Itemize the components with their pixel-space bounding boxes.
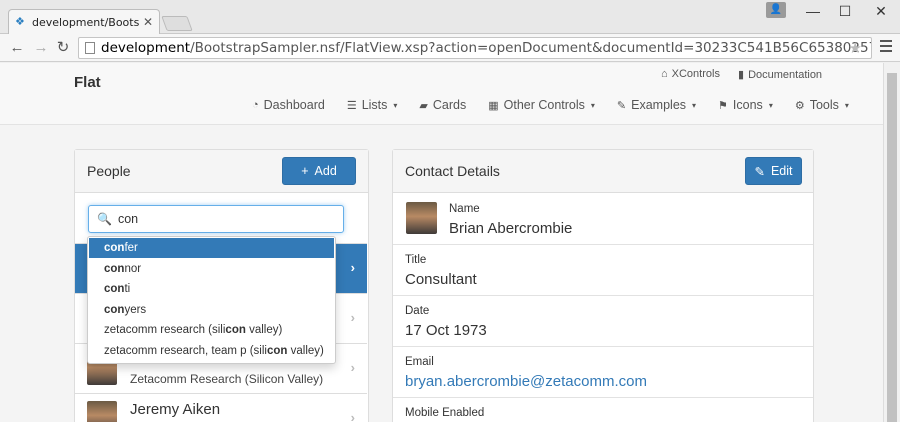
divider bbox=[393, 397, 813, 398]
browser-tab-title: development/BootstrapSa bbox=[32, 15, 139, 29]
edit-button[interactable]: ✎ Edit bbox=[745, 157, 802, 185]
brand-title[interactable]: Flat bbox=[74, 74, 101, 91]
nav-tools[interactable]: ⚙ Tools ▾ bbox=[795, 98, 849, 112]
profile-icon[interactable]: 👤 bbox=[766, 2, 786, 18]
reload-icon[interactable]: ↻ bbox=[54, 39, 72, 57]
url-text: development/BootstrapSampler.nsf/FlatVie… bbox=[101, 40, 871, 56]
chevron-right-icon: › bbox=[350, 310, 355, 325]
plus-icon: + bbox=[301, 164, 309, 178]
contact-title: Contact Details bbox=[405, 163, 500, 179]
cog-icon: ⚙ bbox=[794, 99, 805, 112]
suggestion-item[interactable]: zetacomm research, team p (silicon valle… bbox=[89, 341, 334, 361]
pencil-icon: ✎ bbox=[754, 164, 765, 179]
favicon-icon: ❖ bbox=[15, 16, 25, 28]
contact-email-link[interactable]: bryan.abercrombie@zetacomm.com bbox=[405, 373, 647, 390]
flag-icon: ⚑ bbox=[718, 99, 728, 112]
back-icon[interactable]: ← bbox=[8, 39, 26, 57]
suggestion-item[interactable]: zetacomm research (silicon valley) bbox=[89, 320, 334, 340]
people-search-input[interactable]: 🔍 con bbox=[88, 205, 344, 233]
page-icon bbox=[85, 42, 95, 54]
browser-toolbar: ← → ↻ development/BootstrapSampler.nsf/F… bbox=[0, 34, 900, 62]
nav-cards[interactable]: ▰ Cards bbox=[419, 98, 466, 112]
grid-icon: ▦ bbox=[488, 99, 499, 112]
chevron-right-icon: › bbox=[350, 260, 355, 275]
nav-examples[interactable]: ✎ Examples ▾ bbox=[617, 98, 696, 112]
nav-lists[interactable]: ☰ Lists ▾ bbox=[347, 98, 398, 112]
list-icon: ☰ bbox=[346, 99, 357, 112]
address-bar[interactable]: development/BootstrapSampler.nsf/FlatVie… bbox=[78, 37, 872, 59]
scrollbar-thumb[interactable] bbox=[887, 73, 897, 422]
person-company: Zetacomm Research (Silicon Valley) bbox=[130, 372, 324, 386]
page-content: Flat ⌂ XControls ▮ Documentation ◔ Dashboar… bbox=[0, 63, 883, 422]
edit-icon: ✎ bbox=[616, 99, 627, 112]
person-name: Jeremy Aiken bbox=[130, 401, 221, 418]
search-icon: 🔍 bbox=[97, 212, 112, 226]
home-icon: ⌂ bbox=[661, 68, 668, 80]
forward-icon[interactable]: → bbox=[32, 39, 50, 57]
chevron-right-icon: › bbox=[350, 360, 355, 375]
divider bbox=[393, 244, 813, 245]
suggestion-item[interactable]: conti bbox=[89, 279, 334, 299]
nav-dashboard[interactable]: ◔ Dashboard bbox=[252, 98, 325, 112]
documentation-link[interactable]: ▮ Documentation bbox=[738, 68, 822, 82]
person-row[interactable]: Jeremy Aiken › bbox=[75, 393, 367, 422]
avatar bbox=[87, 401, 117, 422]
minimize-icon[interactable]: — bbox=[798, 2, 828, 20]
nav-icons[interactable]: ⚑ Icons ▾ bbox=[718, 98, 773, 112]
title-label: Title bbox=[405, 254, 427, 266]
xcontrols-link[interactable]: ⌂ XControls bbox=[661, 68, 720, 80]
close-window-icon[interactable]: ✕ bbox=[866, 2, 896, 20]
people-title: People bbox=[87, 163, 131, 179]
divider bbox=[393, 295, 813, 296]
name-label: Name bbox=[449, 203, 480, 215]
browser-menu-icon[interactable] bbox=[880, 40, 892, 55]
chevron-right-icon: › bbox=[350, 410, 355, 422]
contact-date: 17 Oct 1973 bbox=[405, 322, 487, 339]
dashboard-icon: ◔ bbox=[252, 99, 259, 111]
search-suggestions: confer connor conti conyers zetacomm res… bbox=[87, 236, 336, 364]
browser-tab[interactable]: ❖ development/BootstrapSa ✕ bbox=[8, 9, 160, 34]
contact-avatar bbox=[406, 202, 437, 234]
email-label: Email bbox=[405, 356, 434, 368]
page-scrollbar[interactable] bbox=[883, 63, 900, 422]
suggestion-item[interactable]: connor bbox=[89, 259, 334, 279]
site-navbar: Flat ⌂ XControls ▮ Documentation ◔ Dashboar… bbox=[0, 63, 883, 125]
browser-tabstrip: ❖ development/BootstrapSa ✕ 👤 — ☐ ✕ bbox=[0, 0, 900, 34]
divider bbox=[393, 346, 813, 347]
mobile-enabled-label: Mobile Enabled bbox=[405, 407, 485, 419]
maximize-icon[interactable]: ☐ bbox=[830, 2, 860, 20]
contact-name: Brian Abercrombie bbox=[449, 220, 573, 237]
main-nav: ◔ Dashboard ☰ Lists ▾ ▰ Cards ▦ Other Control… bbox=[252, 98, 849, 112]
people-panel-header: People + Add bbox=[75, 150, 368, 193]
book-icon: ▰ bbox=[419, 99, 428, 112]
suggestion-item[interactable]: confer bbox=[89, 238, 334, 258]
nav-other-controls[interactable]: ▦ Other Controls ▾ bbox=[488, 98, 595, 112]
new-tab-button[interactable] bbox=[161, 16, 193, 31]
contact-panel: Contact Details ✎ Edit Name Brian Abercro… bbox=[392, 149, 814, 422]
bookmark-star-icon[interactable]: ★ bbox=[849, 39, 862, 57]
contact-job-title: Consultant bbox=[405, 271, 477, 288]
suggestion-item[interactable]: conyers bbox=[89, 300, 334, 320]
add-button[interactable]: + Add bbox=[282, 157, 356, 185]
date-label: Date bbox=[405, 305, 430, 317]
close-tab-icon[interactable]: ✕ bbox=[143, 15, 153, 29]
contact-panel-header: Contact Details ✎ Edit bbox=[393, 150, 813, 193]
book-icon: ▮ bbox=[738, 69, 745, 81]
